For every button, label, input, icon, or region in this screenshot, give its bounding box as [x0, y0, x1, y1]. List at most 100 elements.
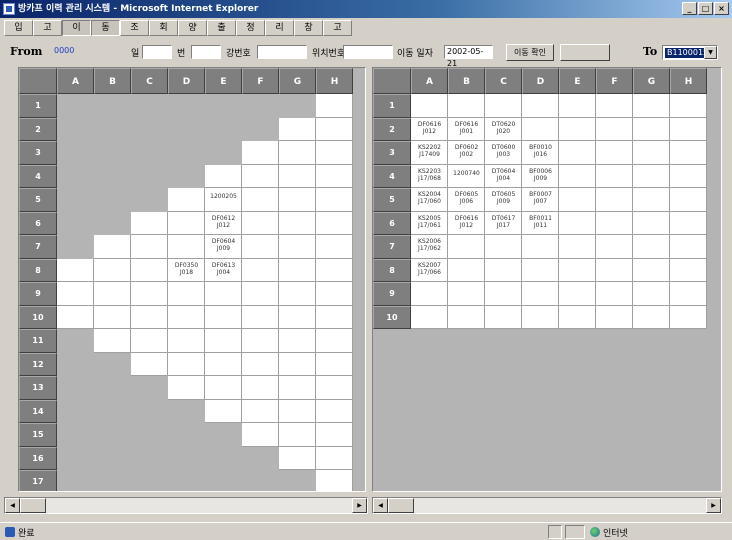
- slot-cell[interactable]: [633, 305, 670, 329]
- menu-item[interactable]: 창: [294, 20, 323, 36]
- slot-cell[interactable]: DT0605 J009: [485, 188, 522, 212]
- slot-cell[interactable]: [596, 211, 633, 235]
- slot-cell[interactable]: [131, 329, 168, 353]
- slot-cell[interactable]: [242, 282, 279, 306]
- slot-cell[interactable]: [316, 305, 353, 329]
- slot-cell[interactable]: [316, 329, 353, 353]
- slot-cell[interactable]: [559, 141, 596, 165]
- slot-cell[interactable]: [242, 188, 279, 212]
- slot-cell[interactable]: [559, 94, 596, 118]
- slot-cell[interactable]: [316, 141, 353, 165]
- slot-cell[interactable]: [316, 258, 353, 282]
- slot-cell[interactable]: [522, 117, 559, 141]
- menu-item[interactable]: 이: [62, 20, 91, 36]
- slot-cell[interactable]: [242, 399, 279, 423]
- slot-cell[interactable]: [168, 282, 205, 306]
- slot-cell[interactable]: DF0602 J002: [448, 141, 485, 165]
- slot-cell[interactable]: [633, 117, 670, 141]
- slot-cell[interactable]: [316, 235, 353, 259]
- slot-cell[interactable]: [316, 446, 353, 470]
- slot-cell[interactable]: [242, 211, 279, 235]
- slot-cell[interactable]: [670, 141, 707, 165]
- slot-cell[interactable]: DF0616 J001: [448, 117, 485, 141]
- slot-cell[interactable]: [279, 352, 316, 376]
- slot-cell[interactable]: [279, 211, 316, 235]
- slot-cell[interactable]: [131, 258, 168, 282]
- slot-cell[interactable]: [559, 188, 596, 212]
- slot-cell[interactable]: [316, 188, 353, 212]
- slot-cell[interactable]: 1200205: [205, 188, 242, 212]
- slot-cell[interactable]: [205, 329, 242, 353]
- scroll-right-icon[interactable]: ▶: [352, 498, 367, 513]
- slot-cell[interactable]: [485, 282, 522, 306]
- slot-cell[interactable]: BF0007 J007: [522, 188, 559, 212]
- scroll-right-icon[interactable]: ▶: [706, 498, 721, 513]
- scroll-left-icon[interactable]: ◀: [373, 498, 388, 513]
- slot-cell[interactable]: [205, 164, 242, 188]
- slot-cell[interactable]: [279, 423, 316, 447]
- slot-cell[interactable]: [559, 164, 596, 188]
- slot-cell[interactable]: [596, 235, 633, 259]
- slot-cell[interactable]: [242, 141, 279, 165]
- slot-cell[interactable]: [485, 94, 522, 118]
- slot-cell[interactable]: [485, 258, 522, 282]
- slot-cell[interactable]: [279, 188, 316, 212]
- slot-cell[interactable]: [596, 188, 633, 212]
- dropdown-arrow-icon[interactable]: ▼: [704, 46, 717, 59]
- slot-cell[interactable]: [279, 446, 316, 470]
- slot-cell[interactable]: [94, 235, 131, 259]
- slot-cell[interactable]: [316, 376, 353, 400]
- slot-cell[interactable]: [670, 235, 707, 259]
- scroll-thumb[interactable]: [20, 498, 46, 513]
- slot-cell[interactable]: [279, 117, 316, 141]
- date-input[interactable]: 2002-05-21: [444, 45, 493, 68]
- field4-input[interactable]: [343, 45, 393, 59]
- slot-cell[interactable]: [316, 164, 353, 188]
- slot-cell[interactable]: [316, 399, 353, 423]
- slot-cell[interactable]: [131, 352, 168, 376]
- slot-cell[interactable]: [316, 423, 353, 447]
- slot-cell[interactable]: [559, 305, 596, 329]
- slot-cell[interactable]: [57, 258, 94, 282]
- menu-item[interactable]: 조: [120, 20, 149, 36]
- slot-cell[interactable]: [670, 94, 707, 118]
- slot-cell[interactable]: [596, 164, 633, 188]
- slot-cell[interactable]: [131, 282, 168, 306]
- slot-cell[interactable]: [316, 94, 353, 118]
- slot-cell[interactable]: [94, 282, 131, 306]
- slot-cell[interactable]: [633, 235, 670, 259]
- slot-cell[interactable]: [316, 352, 353, 376]
- slot-cell[interactable]: [316, 211, 353, 235]
- slot-cell[interactable]: [279, 282, 316, 306]
- slot-cell[interactable]: [242, 329, 279, 353]
- scroll-thumb[interactable]: [388, 498, 414, 513]
- slot-cell[interactable]: [205, 399, 242, 423]
- menu-item[interactable]: 리: [265, 20, 294, 36]
- slot-cell[interactable]: [633, 94, 670, 118]
- slot-cell[interactable]: DF0616 J012: [448, 211, 485, 235]
- menu-item[interactable]: 고: [33, 20, 62, 36]
- menu-item[interactable]: 고: [323, 20, 352, 36]
- slot-cell[interactable]: [316, 470, 353, 491]
- slot-cell[interactable]: [205, 376, 242, 400]
- right-horizontal-scrollbar[interactable]: ◀ ▶: [372, 497, 722, 514]
- slot-cell[interactable]: [279, 235, 316, 259]
- slot-cell[interactable]: [633, 188, 670, 212]
- slot-cell[interactable]: DT0617 J017: [485, 211, 522, 235]
- slot-cell[interactable]: [448, 94, 485, 118]
- slot-cell[interactable]: [670, 188, 707, 212]
- slot-cell[interactable]: DT0604 J004: [485, 164, 522, 188]
- slot-cell[interactable]: [559, 258, 596, 282]
- slot-cell[interactable]: [168, 329, 205, 353]
- slot-cell[interactable]: [131, 305, 168, 329]
- slot-cell[interactable]: DT0600 J003: [485, 141, 522, 165]
- slot-cell[interactable]: KS2006 J17/062: [411, 235, 448, 259]
- slot-cell[interactable]: [559, 117, 596, 141]
- slot-cell[interactable]: [242, 258, 279, 282]
- slot-cell[interactable]: [279, 376, 316, 400]
- slot-cell[interactable]: [411, 94, 448, 118]
- slot-cell[interactable]: [94, 305, 131, 329]
- slot-cell[interactable]: [448, 305, 485, 329]
- slot-cell[interactable]: DF0350 J018: [168, 258, 205, 282]
- slot-cell[interactable]: [411, 282, 448, 306]
